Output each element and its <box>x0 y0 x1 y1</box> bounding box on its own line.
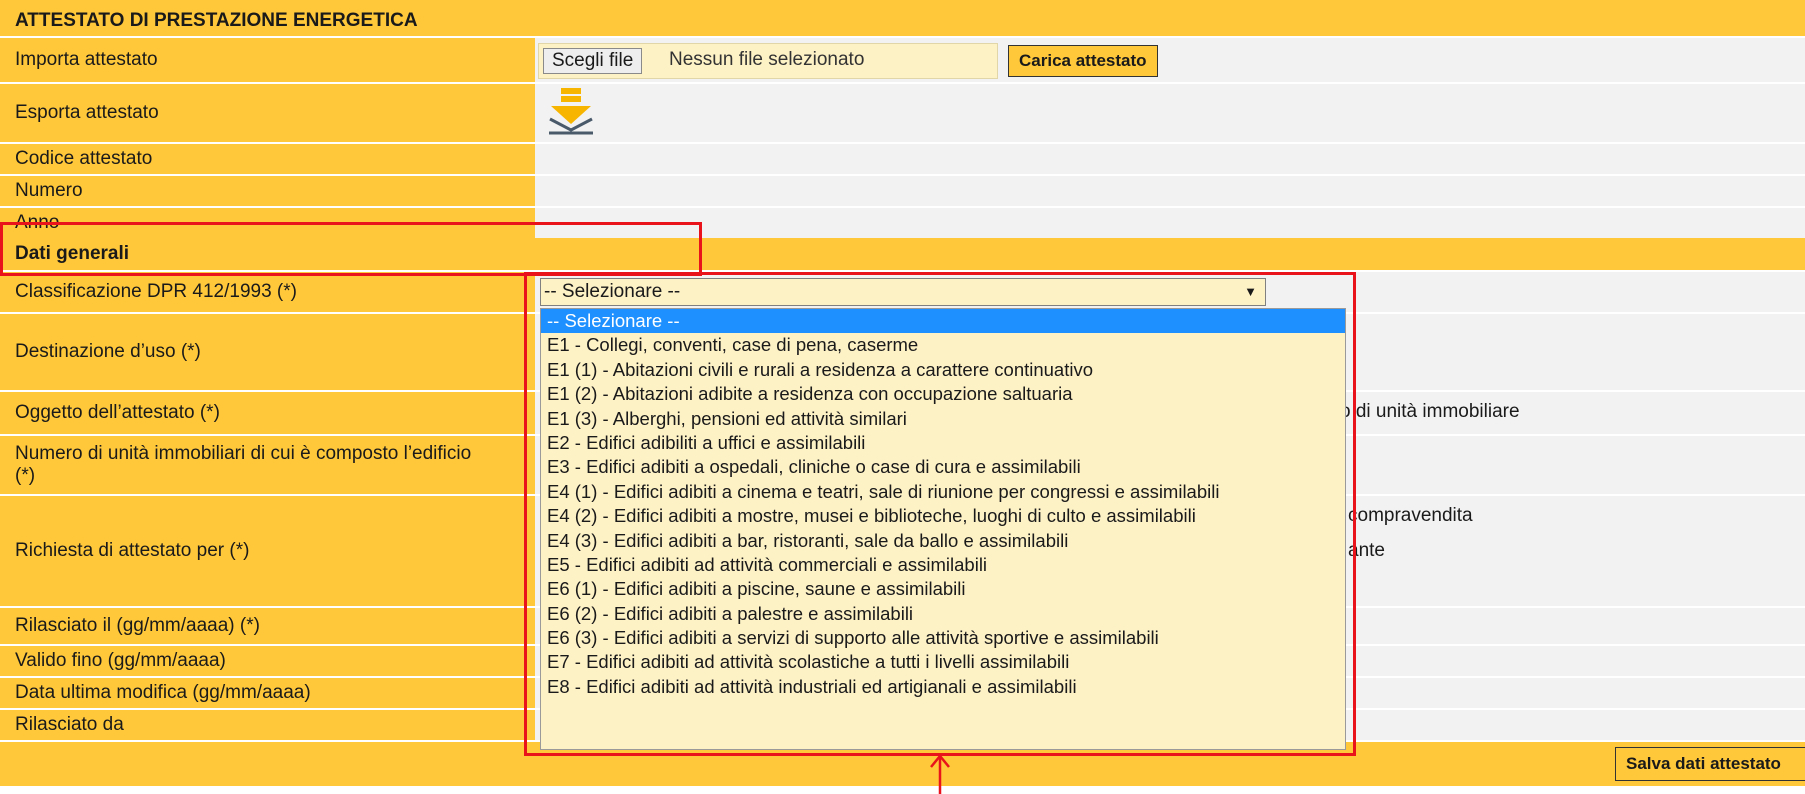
label-rilasciato-da: Rilasciato da <box>0 710 535 740</box>
annotation-arrow-up-icon <box>930 754 950 794</box>
value-esporta <box>535 84 1805 142</box>
label-valido-fino: Valido fino (gg/mm/aaaa) <box>0 646 535 676</box>
value-numero <box>535 176 1805 206</box>
label-esporta: Esporta attestato <box>0 84 535 142</box>
label-richiesta: Richiesta di attestato per (*) <box>0 496 535 606</box>
label-rilasciato-il: Rilasciato il (gg/mm/aaaa) (*) <box>0 608 535 644</box>
file-status: Nessun file selezionato <box>669 49 865 70</box>
page-title: ATTESTATO DI PRESTAZIONE ENERGETICA <box>15 10 418 31</box>
label-numero-unita: Numero di unità immobiliari di cui è com… <box>0 436 535 494</box>
label-destinazione: Destinazione d’uso (*) <box>0 314 535 390</box>
download-tray-icon[interactable] <box>546 86 596 136</box>
label-codice: Codice attestato <box>0 144 535 174</box>
value-anno <box>535 208 1805 238</box>
label-classificazione: Classificazione DPR 412/1993 (*) <box>0 272 535 312</box>
salva-dati-button[interactable]: Salva dati attestato <box>1615 747 1805 781</box>
label-data-modifica: Data ultima modifica (gg/mm/aaaa) <box>0 678 535 708</box>
choose-file-button[interactable]: Scegli file <box>543 48 643 74</box>
annotation-box-dropdown <box>524 272 1356 756</box>
annotation-box-dati-generali <box>0 222 702 276</box>
label-importa: Importa attestato <box>0 38 535 82</box>
label-oggetto: Oggetto dell’attestato (*) <box>0 392 535 434</box>
label-numero: Numero <box>0 176 535 206</box>
file-input[interactable]: Scegli file Nessun file selezionato <box>538 43 998 79</box>
carica-attestato-button[interactable]: Carica attestato <box>1008 45 1158 77</box>
oggetto-option-partial: o di unità immobiliare <box>1340 401 1520 422</box>
richiesta-option-partial: compravendita <box>1348 505 1473 526</box>
value-codice <box>535 144 1805 174</box>
